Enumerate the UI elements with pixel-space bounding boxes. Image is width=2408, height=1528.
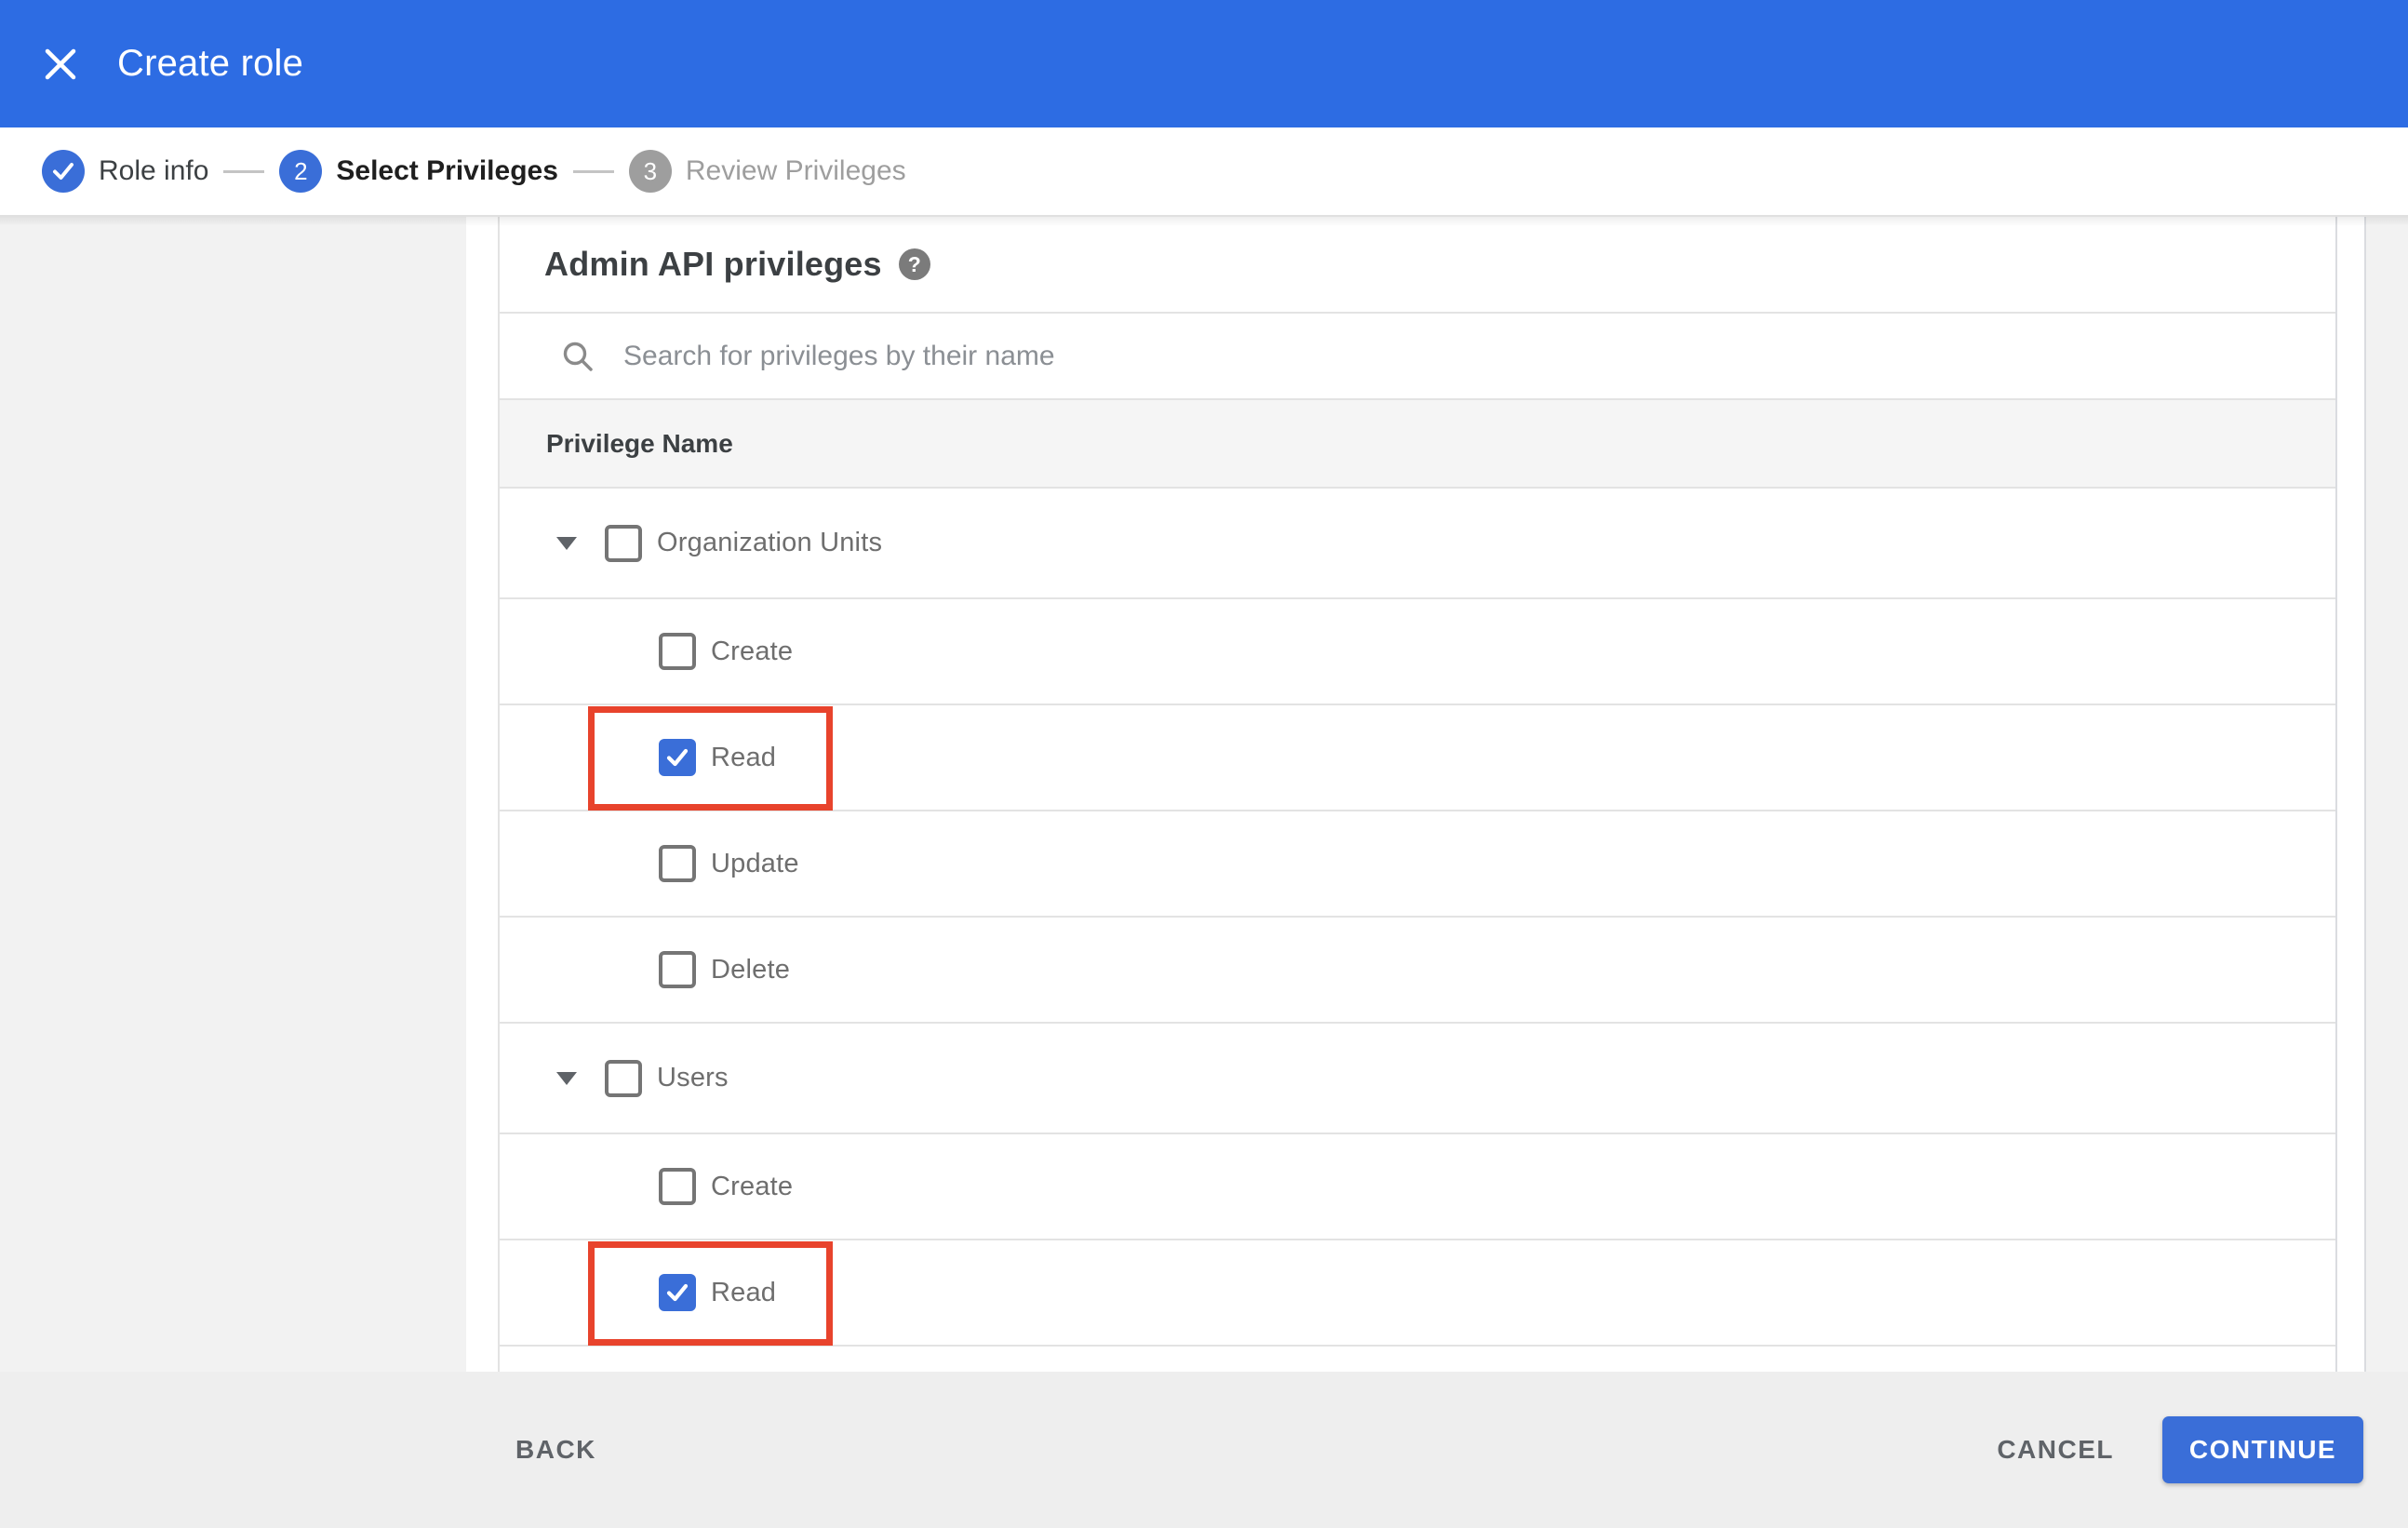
privilege-label: Read (711, 1277, 777, 1307)
checkbox-read[interactable] (659, 1274, 696, 1311)
privilege-label: Read (711, 742, 777, 772)
privilege-group-row: Users (500, 1024, 2335, 1134)
privilege-label: Delete (711, 954, 791, 985)
checkbox-users[interactable] (605, 1059, 642, 1097)
privilege-row: Create (500, 1134, 2335, 1240)
privilege-name-column-header: Privilege Name (546, 428, 733, 458)
search-icon (563, 342, 593, 371)
continue-button[interactable]: CONTINUE (2162, 1416, 2363, 1483)
checkbox-organization-units[interactable] (605, 524, 642, 562)
step-label: Select Privileges (336, 155, 558, 186)
close-button[interactable] (39, 43, 82, 86)
step-label: Role info (99, 155, 209, 186)
left-panel (0, 217, 466, 1372)
privilege-label: Create (711, 1171, 794, 1201)
privilege-label: Create (711, 636, 794, 666)
create-role-dialog: Create role Role info 2 Select Privilege… (0, 0, 2408, 1528)
step-select-privileges[interactable]: 2 Select Privileges (279, 150, 558, 193)
step-label: Review Privileges (685, 155, 906, 186)
scrollbar-track[interactable] (2335, 217, 2366, 1372)
checkbox-create[interactable] (659, 1168, 696, 1205)
dialog-footer: BACK CANCEL CONTINUE (0, 1372, 2408, 1528)
step-number: 2 (279, 150, 323, 193)
step-review-privileges[interactable]: 3 Review Privileges (628, 150, 906, 193)
search-input[interactable] (623, 340, 2019, 372)
privilege-group-row: Organization Units (500, 489, 2335, 599)
table-header-row: Privilege Name (500, 400, 2335, 489)
card-heading-row: Admin API privileges ? (500, 217, 2335, 314)
collapse-arrow-icon[interactable] (556, 1071, 577, 1085)
privilege-label: Update (711, 848, 799, 878)
checkbox-read[interactable] (659, 739, 696, 776)
cancel-button[interactable]: CANCEL (1973, 1416, 2138, 1483)
privilege-label: Users (657, 1063, 729, 1092)
privilege-search-row (500, 314, 2335, 400)
help-icon[interactable]: ? (898, 248, 930, 280)
footer-actions: CANCEL CONTINUE (1973, 1416, 2363, 1483)
privilege-row: Create (500, 599, 2335, 705)
privilege-label: Organization Units (657, 528, 883, 557)
dialog-title: Create role (117, 43, 304, 84)
close-icon (45, 48, 76, 79)
collapse-arrow-icon[interactable] (556, 536, 577, 550)
privilege-row-clipped (500, 1347, 2335, 1372)
page-body: Admin API privileges ? Privilege Name (0, 217, 2408, 1372)
right-margin (2366, 217, 2408, 1372)
privilege-row: Read (500, 1240, 2335, 1347)
privilege-row: Delete (500, 918, 2335, 1024)
step-complete-icon (42, 150, 85, 193)
step-number: 3 (628, 150, 672, 193)
privilege-row: Read (500, 705, 2335, 811)
checkbox-delete[interactable] (659, 951, 696, 988)
checkbox-update[interactable] (659, 845, 696, 882)
privilege-row: Update (500, 811, 2335, 918)
wizard-stepper: Role info 2 Select Privileges 3 Review P… (0, 127, 2408, 217)
step-connector (223, 169, 265, 173)
section-heading: Admin API privileges (544, 245, 882, 283)
dialog-header: Create role (0, 0, 2408, 127)
step-connector (572, 169, 614, 173)
step-role-info[interactable]: Role info (42, 150, 208, 193)
back-button[interactable]: BACK (491, 1416, 621, 1483)
checkbox-create[interactable] (659, 633, 696, 670)
privileges-card: Admin API privileges ? Privilege Name (498, 217, 2335, 1372)
